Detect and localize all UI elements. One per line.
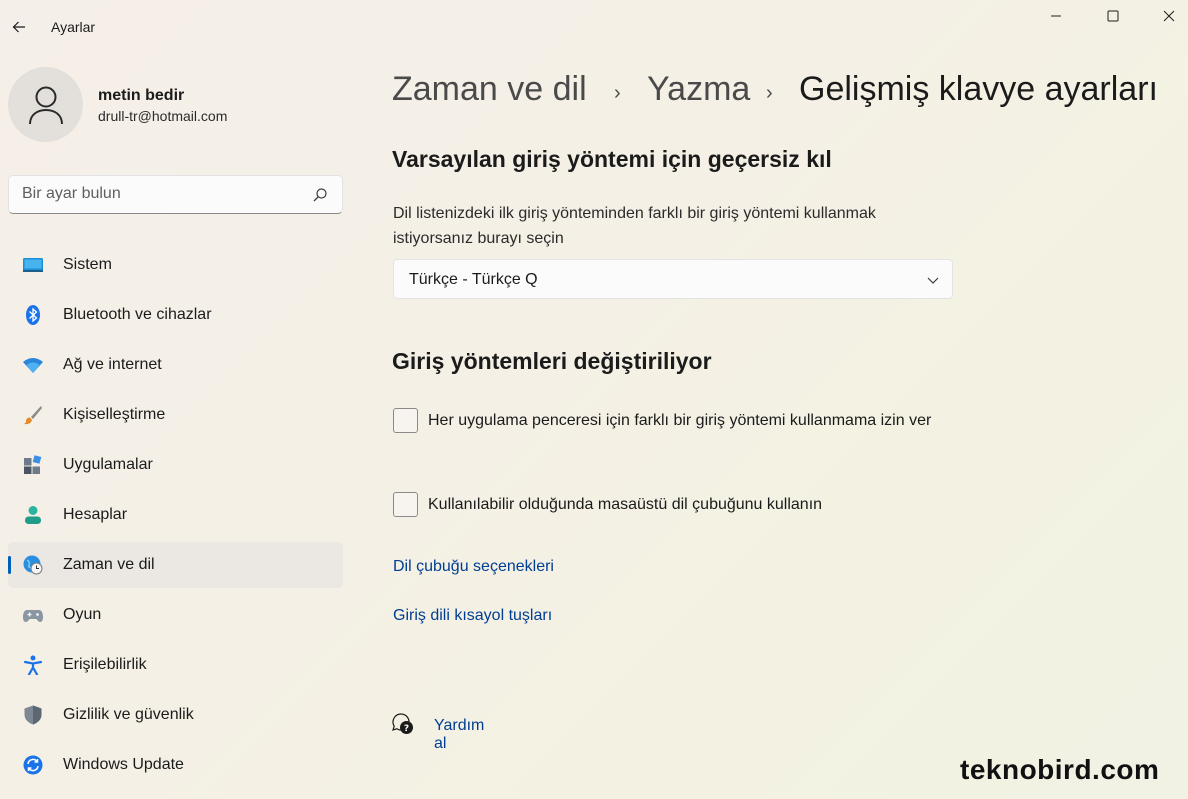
back-button[interactable] (4, 12, 34, 42)
sidebar-item-label: Uygulamalar (63, 456, 153, 473)
gamepad-icon (23, 610, 43, 622)
sidebar-item-apps[interactable]: Uygulamalar (8, 442, 343, 488)
chevron-down-icon (927, 277, 939, 284)
sidebar-item-label: Bluetooth ve cihazlar (63, 306, 212, 323)
accessibility-icon (23, 655, 43, 675)
minimize-icon (1051, 15, 1061, 17)
input-hotkeys-link[interactable]: Giriş dili kısayol tuşları (393, 607, 552, 625)
dropdown-selected-value: Türkçe - Türkçe Q (409, 271, 538, 288)
search-input[interactable] (22, 185, 302, 203)
input-method-dropdown[interactable]: Türkçe - Türkçe Q (393, 259, 953, 299)
user-avatar-icon (28, 86, 63, 124)
breadcrumb-typing[interactable]: Yazma (647, 70, 750, 109)
override-description: Dil listenizdeki ilk giriş yönteminden f… (393, 205, 876, 247)
svg-text:?: ? (404, 724, 409, 734)
close-icon (1163, 10, 1175, 22)
maximize-button[interactable] (1085, 0, 1141, 32)
sidebar-item-label: Hesaplar (63, 506, 128, 523)
breadcrumb-separator: › (766, 82, 773, 104)
desktop-language-bar-checkbox[interactable] (393, 492, 418, 517)
user-profile[interactable]: metin bedir drull-tr@hotmail.com (8, 67, 348, 143)
sidebar-item-label: Kişiselleştirme (63, 406, 166, 423)
sidebar-item-personalization[interactable]: Kişiselleştirme (8, 392, 343, 438)
avatar (8, 67, 83, 142)
sidebar-item-label: Oyun (63, 606, 102, 623)
settings-search[interactable] (8, 175, 343, 214)
desktop-language-bar-option[interactable]: Kullanılabilir olduğunda masaüstü dil çu… (393, 492, 973, 520)
sidebar-item-sistem[interactable]: Sistem (8, 242, 343, 288)
title-bar: Ayarlar (0, 0, 1188, 56)
sidebar-item-accessibility[interactable]: Erişilebilirlik (8, 642, 343, 688)
wifi-icon (23, 358, 43, 373)
breadcrumb-time-language[interactable]: Zaman ve dil (392, 70, 587, 109)
sidebar-item-privacy[interactable]: Gizlilik ve güvenlik (8, 692, 343, 738)
watermark: teknobird.com (960, 754, 1160, 785)
shield-icon (24, 705, 42, 725)
switching-section-title: Giriş yöntemleri değiştiriliyor (392, 348, 712, 374)
sidebar-item-label: Ağ ve internet (63, 356, 162, 373)
bluetooth-icon (26, 305, 40, 325)
sidebar-item-time-language[interactable]: Zaman ve dil (8, 542, 343, 588)
sidebar-item-label: Sistem (63, 256, 112, 273)
minimize-button[interactable] (1028, 0, 1084, 32)
language-bar-options-link[interactable]: Dil çubuğu seçenekleri (393, 558, 554, 576)
sidebar-item-bluetooth[interactable]: Bluetooth ve cihazlar (8, 292, 343, 338)
per-app-input-label: Her uygulama penceresi için farklı bir g… (428, 412, 932, 429)
maximize-icon (1107, 10, 1119, 22)
paintbrush-icon (24, 406, 42, 425)
sidebar-item-label: Gizlilik ve güvenlik (63, 706, 194, 723)
close-button[interactable] (1141, 0, 1188, 32)
sidebar-item-accounts[interactable]: Hesaplar (8, 492, 343, 538)
sidebar-item-network[interactable]: Ağ ve internet (8, 342, 343, 388)
app-title: Ayarlar (51, 19, 96, 35)
breadcrumb-separator: › (614, 82, 621, 104)
person-icon (25, 506, 41, 524)
sidebar-item-gaming[interactable]: Oyun (8, 592, 343, 638)
per-app-input-option[interactable]: Her uygulama penceresi için farklı bir g… (393, 408, 973, 458)
user-name: metin bedir (98, 87, 185, 104)
back-arrow-icon (12, 21, 25, 33)
help-chat-icon: ? (392, 713, 413, 734)
apps-icon (24, 455, 42, 474)
sidebar-item-windows-update[interactable]: Windows Update (8, 742, 343, 788)
update-icon (23, 755, 43, 775)
sidebar-item-label: Windows Update (63, 756, 184, 773)
sidebar-item-label: Zaman ve dil (63, 556, 155, 573)
user-email: drull-tr@hotmail.com (98, 108, 228, 124)
get-help-label: Yardım al (434, 717, 485, 752)
page-title: Gelişmiş klavye ayarları (799, 70, 1158, 108)
sidebar-item-label: Erişilebilirlik (63, 656, 147, 673)
search-icon[interactable] (312, 187, 328, 203)
desktop-language-bar-label: Kullanılabilir olduğunda masaüstü dil çu… (428, 496, 823, 513)
per-app-input-checkbox[interactable] (393, 408, 418, 433)
sidebar-nav: Sistem Bluetooth ve cihazlar Ağ ve inter… (8, 242, 343, 792)
globe-clock-icon (23, 555, 43, 575)
override-section-title: Varsayılan giriş yöntemi için geçersiz k… (392, 146, 832, 172)
monitor-icon (23, 258, 43, 272)
